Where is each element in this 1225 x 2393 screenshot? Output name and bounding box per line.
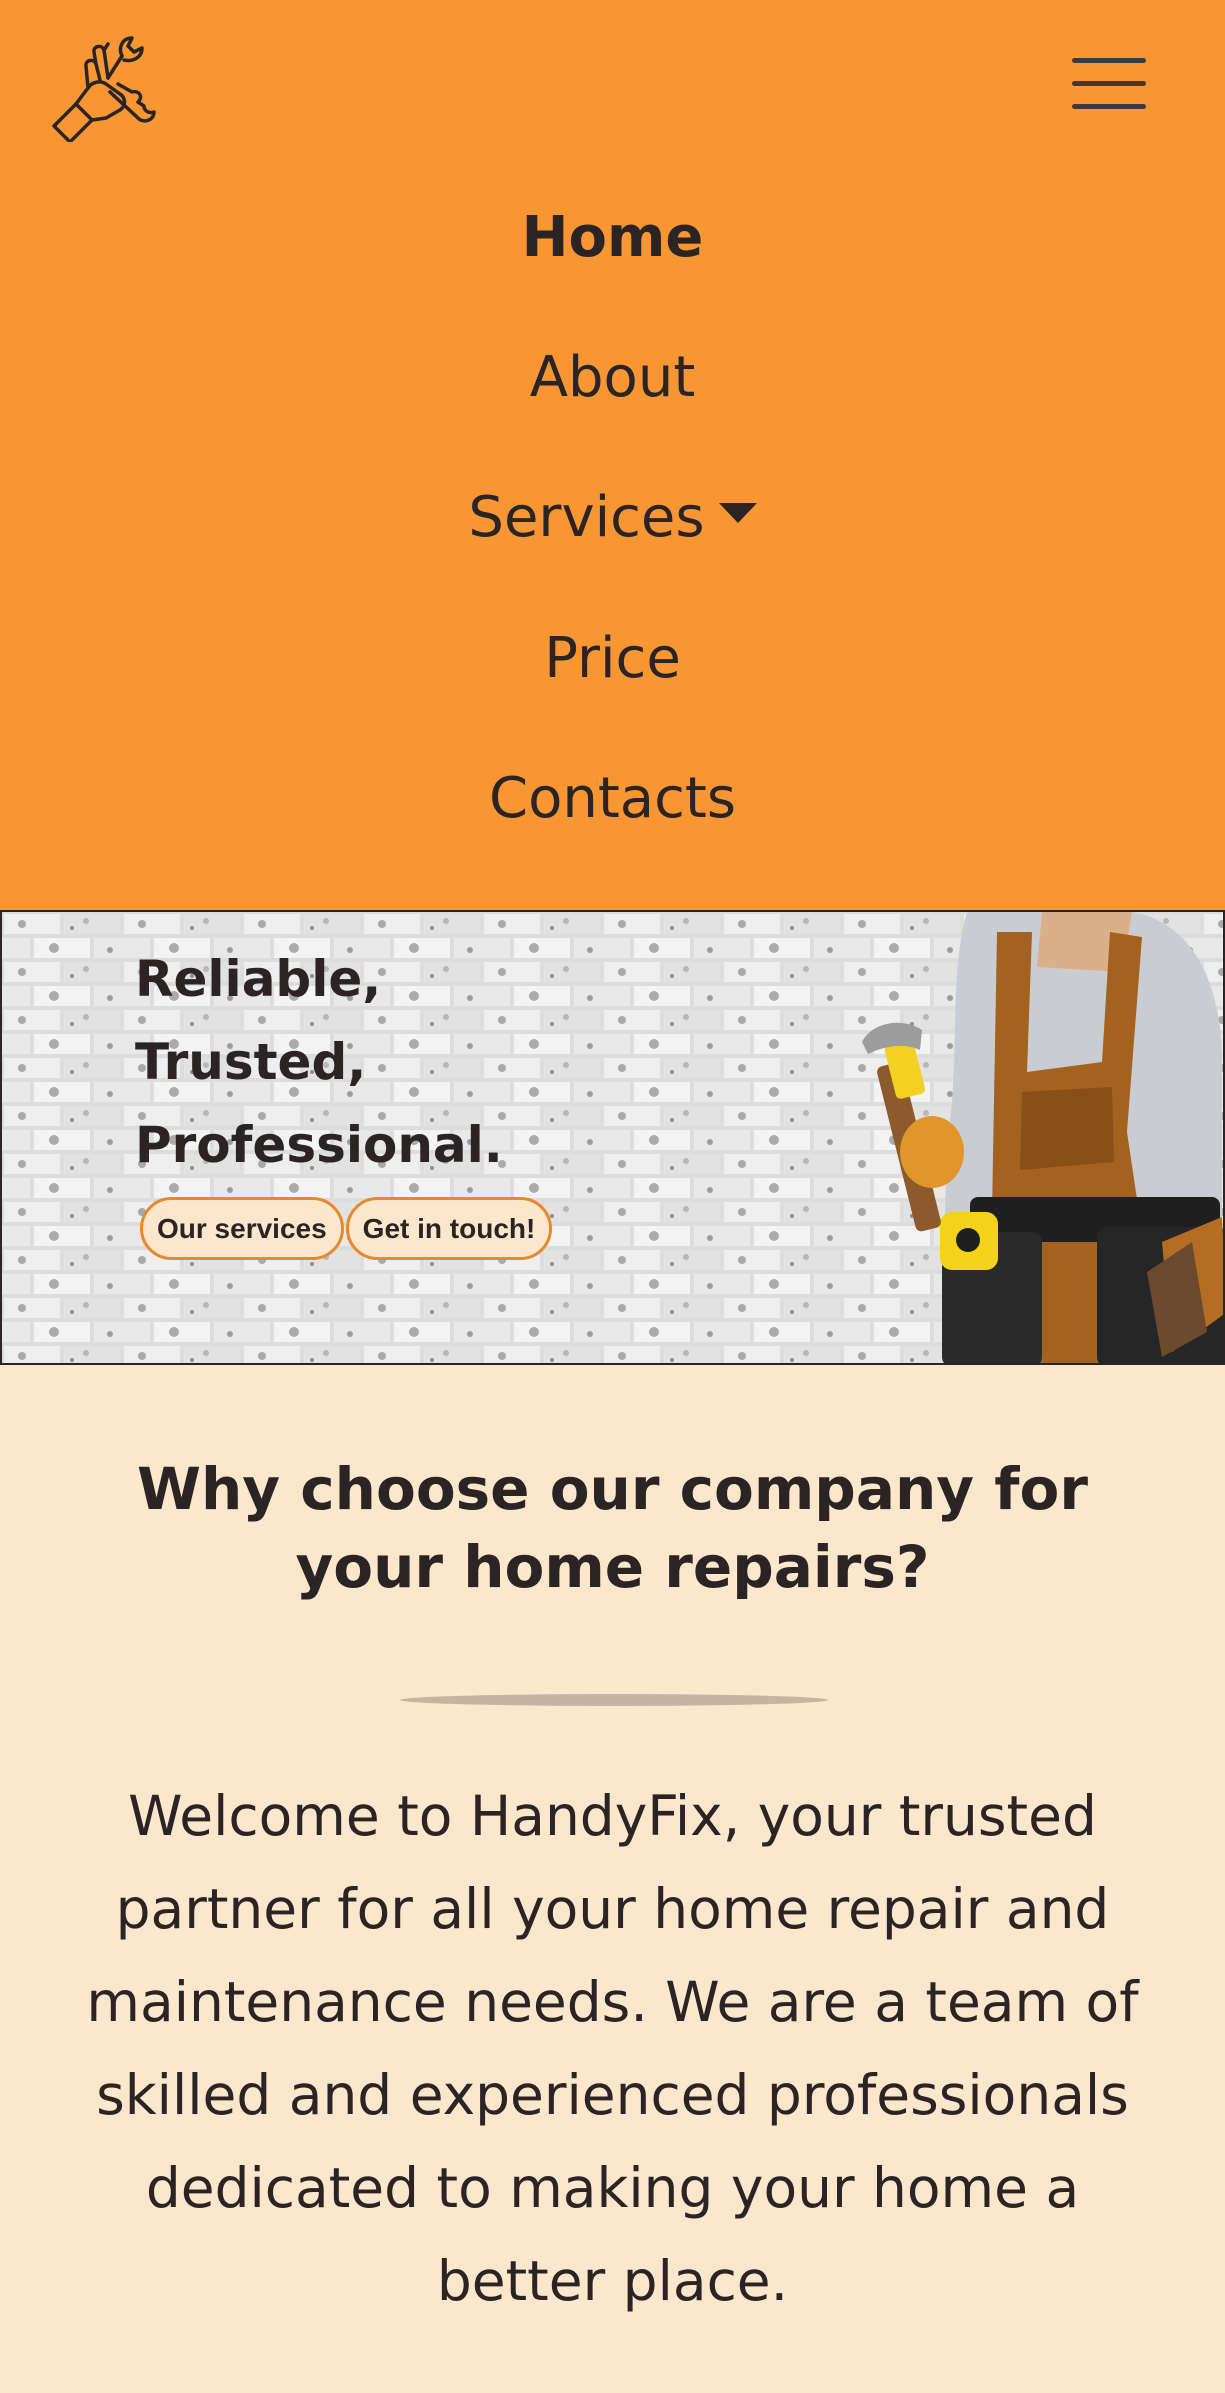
section-divider [400, 1694, 828, 1706]
about-heading: Why choose our company for your home rep… [137, 1455, 1088, 1601]
hamburger-bar [1072, 104, 1146, 109]
nav-item-about[interactable]: About [0, 338, 1225, 418]
wrench-hand-icon[interactable] [48, 30, 160, 142]
hero-tagline-line: Reliable, [135, 950, 382, 1008]
caret-down-icon [718, 502, 757, 523]
nav-item-services[interactable]: Services [0, 478, 1225, 558]
hamburger-menu-icon[interactable] [1072, 54, 1148, 114]
navbar: Home About Services Price Contacts [0, 0, 1225, 910]
nav-item-services-label: Services [468, 485, 705, 550]
nav-item-price[interactable]: Price [0, 619, 1225, 699]
about-text: Welcome to HandyFix, your trusted partne… [86, 1784, 1139, 2313]
our-services-button[interactable]: Our services [140, 1197, 344, 1260]
hero-banner: Reliable, Trusted, Professional. Our ser… [0, 910, 1225, 1365]
hero-buttons: Our services Get in touch! [140, 1197, 553, 1260]
hamburger-bar [1072, 58, 1146, 63]
nav-item-home[interactable]: Home [0, 198, 1225, 278]
hamburger-bar [1072, 81, 1146, 86]
get-in-touch-button[interactable]: Get in touch! [345, 1197, 553, 1260]
handyman-image [862, 912, 1223, 1363]
hero-tagline-line: Professional. [135, 1116, 503, 1174]
hero-tagline-line: Trusted, [135, 1033, 367, 1091]
nav-item-contacts[interactable]: Contacts [0, 759, 1225, 839]
hero-tagline: Reliable, Trusted, Professional. [135, 938, 503, 1187]
